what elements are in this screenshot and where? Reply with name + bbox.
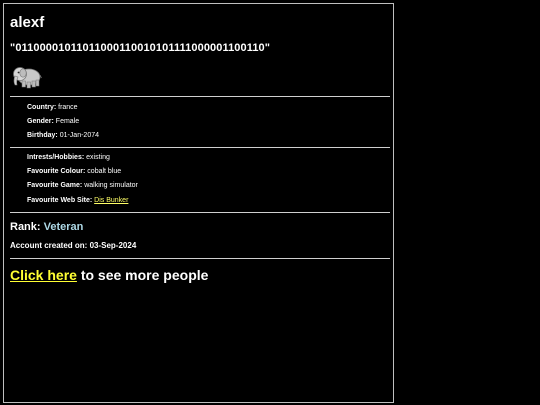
game-row: Favourite Game: walking simulator [27,182,138,189]
profile-panel: alexf "011000010110110001100101011110000… [3,3,394,403]
divider [10,258,390,259]
hobbies-value: existing [86,154,110,161]
hobbies-label: Intrests/Hobbies: [27,154,85,161]
birthday-label: Birthday: [27,132,58,139]
country-value: france [58,104,78,111]
more-people-text: to see more people [76,267,209,283]
more-people-line: Click here to see more people [10,267,208,283]
rank-row: Rank: Veteran [10,221,83,233]
rank-value: Veteran [43,221,84,233]
rank-label: Rank: [10,221,41,233]
website-row: Favourite Web Site: Dis Bunker [27,197,128,204]
hobbies-row: Intrests/Hobbies: existing [27,154,110,161]
elephant-icon [12,62,42,90]
colour-value: cobalt blue [87,168,122,175]
profile-motto: "011000010110110001100101011110000011001… [10,42,271,54]
divider [10,147,390,148]
click-here-link[interactable]: Click here [10,267,77,283]
account-created: Account created on: 03-Sep-2024 [10,241,137,250]
gender-value: Female [55,118,80,125]
colour-row: Favourite Colour: cobalt blue [27,168,121,175]
website-link[interactable]: Dis Bunker [94,197,128,204]
country-row: Country: france [27,104,78,111]
gender-row: Gender: Female [27,118,79,125]
website-label: Favourite Web Site: [27,197,93,204]
birthday-row: Birthday: 01-Jan-2074 [27,132,99,139]
game-label: Favourite Game: [27,182,83,189]
divider [10,212,390,213]
colour-label: Favourite Colour: [27,168,86,175]
username-heading: alexf [10,14,45,31]
game-value: walking simulator [84,182,138,189]
gender-label: Gender: [27,118,54,125]
country-label: Country: [27,104,57,111]
birthday-value: 01-Jan-2074 [59,132,99,139]
divider [10,96,390,97]
